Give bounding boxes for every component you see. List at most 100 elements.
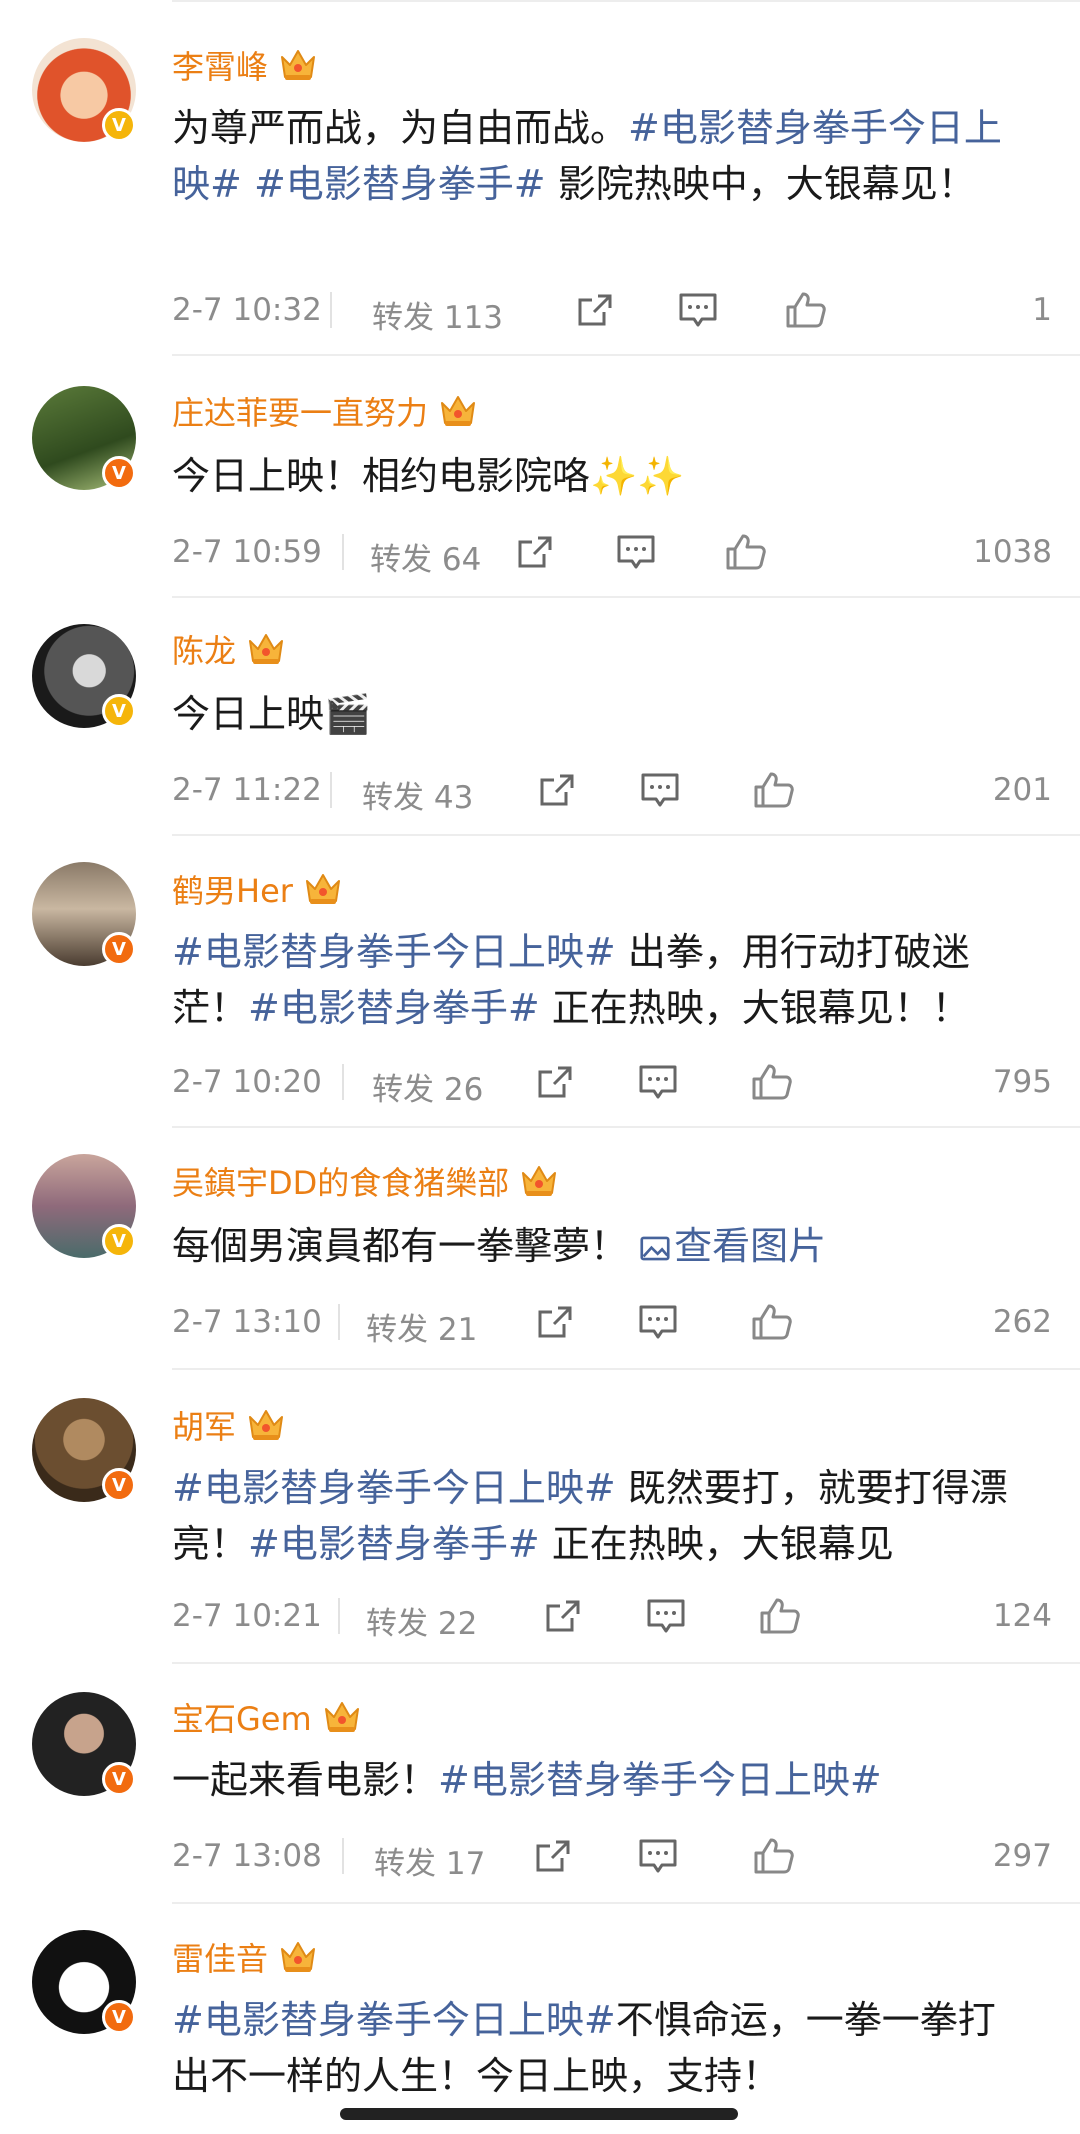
comment-text: #电影替身拳手今日上映#不惧命运，一拳一拳打出不一样的人生！今日上映，支持！ xyxy=(172,1992,1032,2104)
hashtag-link[interactable]: #电影替身拳手今日上映# xyxy=(172,930,616,974)
crown-icon xyxy=(246,1407,286,1443)
share-icon[interactable] xyxy=(532,1062,576,1102)
username[interactable]: 雷佳音 xyxy=(172,1934,318,1980)
home-indicator[interactable] xyxy=(340,2108,738,2120)
hashtag-link[interactable]: #电影替身拳手今日上映# xyxy=(172,1466,616,1510)
item-divider xyxy=(172,1662,1080,1664)
crown-icon xyxy=(278,1939,318,1975)
comment-text: 每個男演員都有一拳擊夢！ 查看图片 xyxy=(172,1218,1032,1274)
item-divider xyxy=(172,1368,1080,1370)
timestamp: 2-7 13:10 xyxy=(172,1304,322,1340)
username-label[interactable]: 胡军 xyxy=(172,1402,236,1448)
like-icon[interactable] xyxy=(758,1596,802,1636)
text-segment: 影院热映中，大银幕见！ xyxy=(545,162,976,206)
meta-separator xyxy=(342,534,344,570)
username-label[interactable]: 雷佳音 xyxy=(172,1934,268,1980)
share-icon[interactable] xyxy=(512,532,556,572)
share-icon[interactable] xyxy=(532,1302,576,1342)
verified-icon: V xyxy=(102,932,136,966)
hashtag-link[interactable]: #电影替身拳手# xyxy=(254,162,546,206)
like-icon[interactable] xyxy=(752,770,796,810)
like-count: 795 xyxy=(992,1064,1052,1100)
share-icon[interactable] xyxy=(534,770,578,810)
text-segment: 为尊严而战，为自由而战。 xyxy=(172,106,629,150)
username-label[interactable]: 宝石Gem xyxy=(172,1694,312,1740)
repost-count[interactable]: 转发 26 xyxy=(372,1064,483,1109)
crown-icon xyxy=(303,871,343,907)
crown-icon xyxy=(519,1163,559,1199)
share-icon[interactable] xyxy=(530,1836,574,1876)
crown-icon xyxy=(278,47,318,83)
verified-icon: V xyxy=(102,456,136,490)
username-label[interactable]: 鹤男Her xyxy=(172,866,293,912)
item-divider xyxy=(172,834,1080,836)
hashtag-link[interactable]: #电影替身拳手# xyxy=(248,986,540,1030)
comment-icon[interactable] xyxy=(644,1596,688,1636)
comment-meta: 2-7 13:10 转发 21 262 xyxy=(172,1298,1052,1349)
username-label[interactable]: 李霄峰 xyxy=(172,42,268,88)
comment-meta: 2-7 11:22 转发 43 201 xyxy=(172,766,1052,817)
comment-meta: 2-7 13:08 转发 17 297 xyxy=(172,1832,1052,1883)
like-icon[interactable] xyxy=(750,1062,794,1102)
top-divider xyxy=(172,0,1080,2)
item-divider xyxy=(172,596,1080,598)
repost-count[interactable]: 转发 17 xyxy=(374,1838,485,1883)
text-segment: 今日上映！相约电影院咯✨✨ xyxy=(172,454,685,498)
meta-separator xyxy=(342,1064,344,1100)
username[interactable]: 鹤男Her xyxy=(172,866,343,912)
username[interactable]: 陈龙 xyxy=(172,626,286,672)
repost-count[interactable]: 转发 21 xyxy=(366,1304,477,1349)
like-icon[interactable] xyxy=(784,290,828,330)
username[interactable]: 李霄峰 xyxy=(172,42,318,88)
like-count: 297 xyxy=(992,1838,1052,1874)
username-label[interactable]: 吴鎮宇DD的食食猪樂部 xyxy=(172,1158,509,1204)
item-divider xyxy=(172,1902,1080,1904)
comment-icon[interactable] xyxy=(676,290,720,330)
comment-meta: 2-7 10:21 转发 22 124 xyxy=(172,1592,1052,1643)
view-image-link[interactable]: 查看图片 xyxy=(640,1224,826,1268)
like-icon[interactable] xyxy=(750,1302,794,1342)
meta-separator xyxy=(330,772,332,808)
hashtag-link[interactable]: #电影替身拳手今日上映# xyxy=(438,1758,882,1802)
repost-count[interactable]: 转发 113 xyxy=(372,292,503,337)
like-icon[interactable] xyxy=(752,1836,796,1876)
username-label[interactable]: 陈龙 xyxy=(172,626,236,672)
like-count: 201 xyxy=(992,772,1052,808)
crown-icon xyxy=(438,393,478,429)
repost-count[interactable]: 转发 22 xyxy=(366,1598,477,1643)
like-icon[interactable] xyxy=(724,532,768,572)
item-divider xyxy=(172,354,1080,356)
comment-text: #电影替身拳手今日上映# 出拳，用行动打破迷茫！#电影替身拳手# 正在热映，大银… xyxy=(172,924,1032,1036)
username[interactable]: 吴鎮宇DD的食食猪樂部 xyxy=(172,1158,559,1204)
verified-icon: V xyxy=(102,2000,136,2034)
comment-meta: 2-7 10:20 转发 26 795 xyxy=(172,1058,1052,1109)
comment-icon[interactable] xyxy=(636,1836,680,1876)
text-segment: 正在热映，大银幕见！！ xyxy=(539,986,970,1030)
username[interactable]: 胡军 xyxy=(172,1402,286,1448)
username[interactable]: 宝石Gem xyxy=(172,1694,362,1740)
comment-icon[interactable] xyxy=(614,532,658,572)
comment-icon[interactable] xyxy=(636,1302,680,1342)
hashtag-link[interactable]: #电影替身拳手今日上映# xyxy=(172,1998,616,2042)
text-segment: 正在热映，大银幕见 xyxy=(539,1522,894,1566)
meta-separator xyxy=(338,1598,340,1634)
username[interactable]: 庄达菲要一直努力 xyxy=(172,388,478,434)
share-icon[interactable] xyxy=(540,1596,584,1636)
comment-icon[interactable] xyxy=(636,1062,680,1102)
repost-count[interactable]: 转发 64 xyxy=(370,534,481,579)
share-icon[interactable] xyxy=(572,290,616,330)
image-icon xyxy=(640,1224,674,1268)
verified-icon: V xyxy=(102,694,136,728)
hashtag-link[interactable]: #电影替身拳手# xyxy=(248,1522,540,1566)
comment-meta: 2-7 10:59 转发 64 1038 xyxy=(172,528,1052,579)
comment-text: #电影替身拳手今日上映# 既然要打，就要打得漂亮！#电影替身拳手# 正在热映，大… xyxy=(172,1460,1032,1572)
view-image-label[interactable]: 查看图片 xyxy=(674,1224,826,1268)
like-count: 262 xyxy=(992,1304,1052,1340)
username-label[interactable]: 庄达菲要一直努力 xyxy=(172,388,428,434)
crown-icon xyxy=(246,631,286,667)
timestamp: 2-7 10:20 xyxy=(172,1064,322,1100)
text-segment: 一起来看电影！ xyxy=(172,1758,439,1802)
repost-count[interactable]: 转发 43 xyxy=(362,772,473,817)
comment-icon[interactable] xyxy=(638,770,682,810)
meta-separator xyxy=(342,1838,344,1874)
